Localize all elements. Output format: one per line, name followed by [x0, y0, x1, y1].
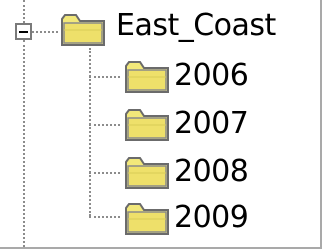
tree-connector-2009 — [89, 216, 120, 218]
folder-icon — [125, 157, 169, 189]
folder-icon — [125, 203, 169, 235]
tree-connector-root-up — [23, 0, 25, 23]
tree-connector-2008 — [89, 172, 120, 174]
collapse-toggle-button[interactable] — [15, 23, 32, 40]
tree-connector-children — [89, 48, 91, 216]
tree-node-label: 2008 — [174, 154, 249, 189]
tree-connector-root — [32, 31, 58, 33]
tree-connector-root-down — [23, 40, 25, 247]
folder-icon — [125, 109, 169, 141]
tree-node-label: 2006 — [174, 58, 249, 93]
folder-open-icon — [61, 14, 105, 46]
tree-view: East_Coast 2006 2007 2008 2009 — [0, 0, 322, 249]
folder-icon — [125, 61, 169, 93]
tree-node-label: East_Coast — [116, 8, 276, 43]
tree-connector-2006 — [89, 76, 120, 78]
tree-node-label: 2009 — [174, 200, 249, 235]
tree-node-label: 2007 — [174, 106, 249, 141]
tree-connector-2007 — [89, 124, 120, 126]
minus-icon — [19, 30, 28, 33]
